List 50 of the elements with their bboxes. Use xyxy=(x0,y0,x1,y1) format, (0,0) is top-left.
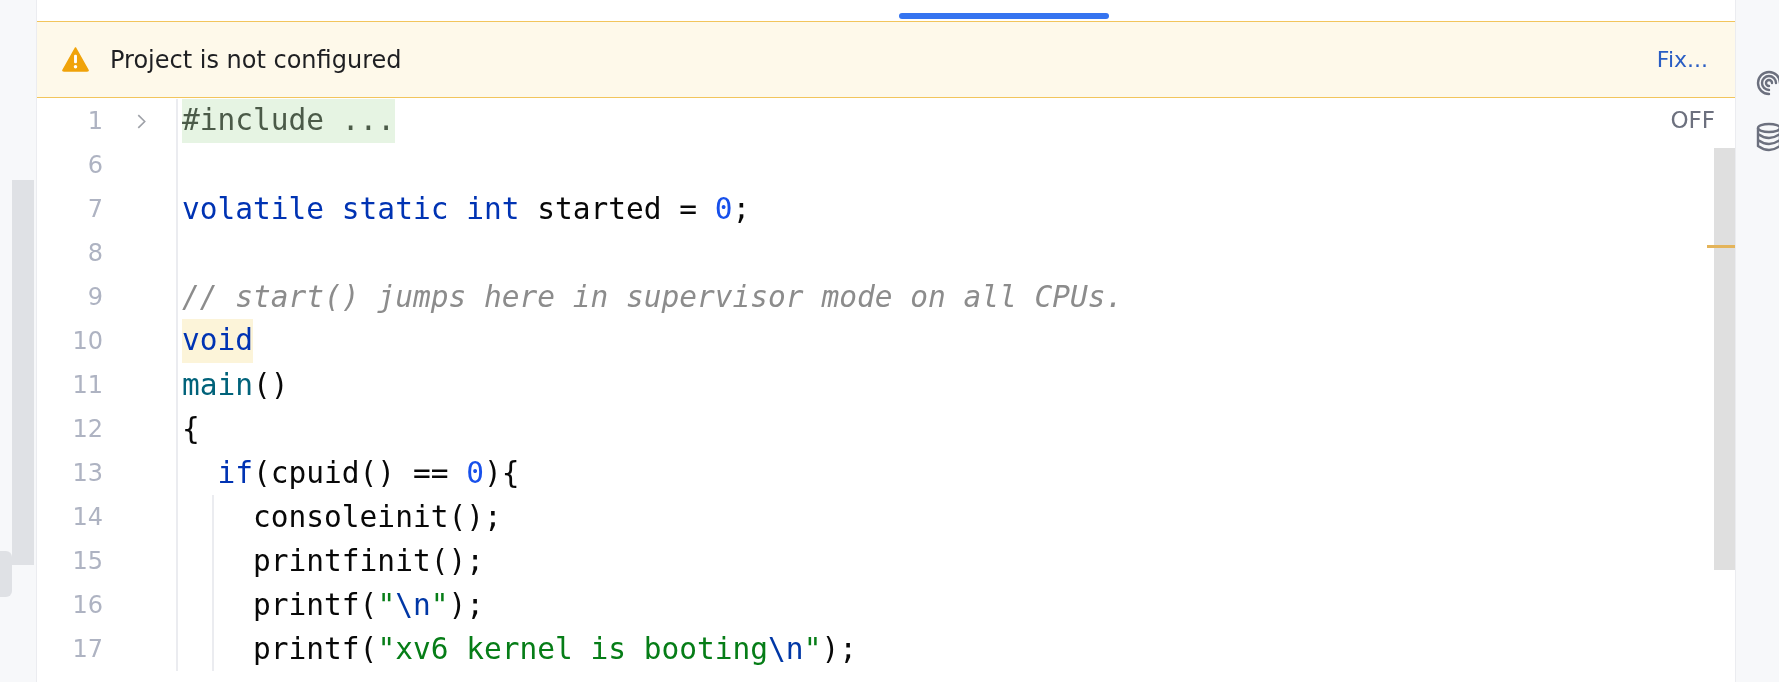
scrollbar-thumb[interactable] xyxy=(12,180,34,565)
line-number: 9 xyxy=(86,283,103,311)
line-number: 14 xyxy=(71,503,103,531)
code-function: main xyxy=(182,368,254,402)
code-text: ); xyxy=(821,632,857,666)
fix-link[interactable]: Fix... xyxy=(1656,47,1708,72)
code-string: " xyxy=(803,632,822,666)
code-text: printf( xyxy=(252,588,378,622)
line-number: 12 xyxy=(71,415,103,443)
code-keyword: volatile static int xyxy=(182,192,520,226)
code-number: 0 xyxy=(466,456,484,490)
code-string: " xyxy=(377,588,396,622)
code-number: 0 xyxy=(714,192,733,226)
line-number: 11 xyxy=(71,371,103,399)
code-text: (cpuid() == xyxy=(253,456,450,490)
folded-code: #include ... xyxy=(182,99,396,143)
code-text: printfinit(); xyxy=(252,544,484,578)
code-comment: // start() jumps here in supervisor mode on all CPUs. xyxy=(182,280,1124,314)
code-text: consoleinit(); xyxy=(252,500,502,534)
line-number: 13 xyxy=(71,459,103,487)
code-keyword: if xyxy=(216,456,254,490)
line-number: 6 xyxy=(86,151,103,179)
inspection-status[interactable]: OFF xyxy=(1670,107,1715,133)
side-tab[interactable] xyxy=(0,551,12,597)
line-number: 17 xyxy=(71,635,103,663)
line-number: 7 xyxy=(86,195,103,223)
code-keyword: void xyxy=(182,319,254,363)
line-number: 8 xyxy=(86,239,103,267)
code-text: ){ xyxy=(483,456,520,490)
code-text: ; xyxy=(732,192,751,226)
warning-marker[interactable] xyxy=(1707,245,1735,248)
code-text: ); xyxy=(448,588,484,622)
code-escape: \n xyxy=(768,632,804,666)
banner-message: Project is not configured xyxy=(110,45,402,74)
database-icon[interactable] xyxy=(1754,122,1779,152)
code-text: started = xyxy=(536,192,699,226)
code-text: () xyxy=(253,368,289,402)
code-escape: \n xyxy=(395,588,431,622)
line-number: 16 xyxy=(71,591,103,619)
warning-icon xyxy=(62,47,89,72)
scrollbar-thumb[interactable] xyxy=(1714,148,1735,570)
expand-icon[interactable] xyxy=(137,113,146,129)
line-number: 10 xyxy=(71,327,103,355)
line-number: 1 xyxy=(86,107,103,135)
code-text: { xyxy=(182,412,200,446)
line-number: 15 xyxy=(71,547,103,575)
code-string: " xyxy=(430,588,449,622)
code-text: printf( xyxy=(252,632,378,666)
code-string: "xv6 kernel is booting xyxy=(377,632,769,666)
spiral-icon[interactable] xyxy=(1754,68,1779,98)
